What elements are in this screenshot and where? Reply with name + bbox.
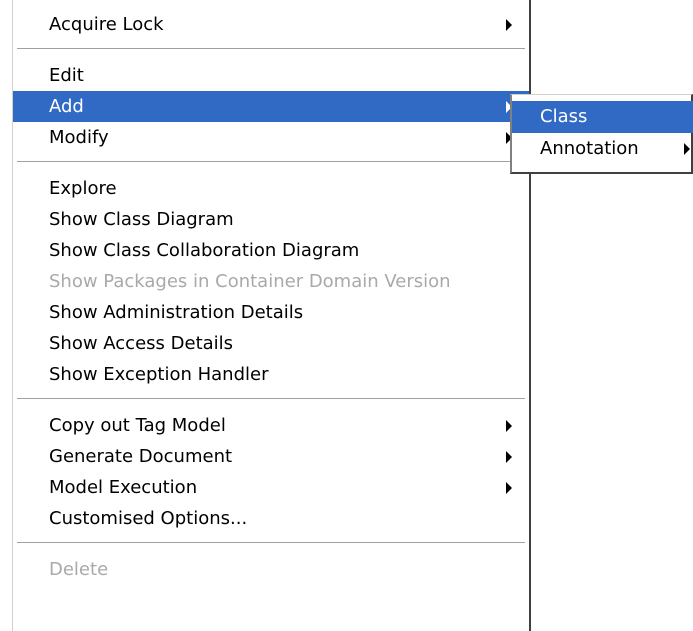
menu-item-explore[interactable]: Explore (13, 173, 529, 204)
menu-item-model-execution[interactable]: Model Execution (13, 472, 529, 503)
menu-item-label: Show Packages in Container Domain Versio… (49, 271, 451, 292)
submenu-arrow-icon (506, 481, 512, 494)
menu-item-label: Generate Document (49, 446, 233, 467)
menu-item-label: Show Exception Handler (49, 364, 269, 385)
submenu-item-annotation[interactable]: Annotation (512, 133, 693, 165)
menu-separator (17, 48, 525, 52)
submenu-arrow-icon (506, 18, 512, 31)
menu-item-generate-document[interactable]: Generate Document (13, 441, 529, 472)
menu-item-show-class-collaboration-diagram[interactable]: Show Class Collaboration Diagram (13, 235, 529, 266)
context-menu: Acquire Lock Edit Add Modify Explore Show Cla… (12, 0, 531, 631)
menu-item-show-access-details[interactable]: Show Access Details (13, 328, 529, 359)
menu-item-delete: Delete (13, 554, 529, 585)
menu-item-modify[interactable]: Modify (13, 122, 529, 153)
menu-item-label: Acquire Lock (49, 14, 164, 35)
menu-item-show-packages-in-container-domain-version: Show Packages in Container Domain Versio… (13, 266, 529, 297)
menu-item-label: Model Execution (49, 477, 198, 498)
menu-item-show-class-diagram[interactable]: Show Class Diagram (13, 204, 529, 235)
menu-item-label: Customised Options... (49, 508, 248, 529)
menu-separator (17, 542, 525, 546)
menu-item-edit[interactable]: Edit (13, 60, 529, 91)
menu-separator (17, 161, 525, 165)
menu-item-label: Show Access Details (49, 333, 234, 354)
menu-item-label: Copy out Tag Model (49, 415, 226, 436)
menu-item-copy-out-tag-model[interactable]: Copy out Tag Model (13, 410, 529, 441)
menu-item-customised-options[interactable]: Customised Options... (13, 503, 529, 534)
add-submenu: Class Annotation (510, 94, 693, 174)
menu-item-label: Explore (49, 178, 117, 199)
menu-item-label: Edit (49, 65, 84, 86)
submenu-item-class[interactable]: Class (512, 101, 693, 133)
menu-item-label: Add (49, 96, 84, 117)
submenu-arrow-icon (506, 450, 512, 463)
menu-item-label: Modify (49, 127, 109, 148)
menu-item-label: Class (540, 106, 588, 127)
menu-item-acquire-lock[interactable]: Acquire Lock (13, 9, 529, 40)
menu-item-label: Annotation (540, 138, 639, 159)
menu-item-show-exception-handler[interactable]: Show Exception Handler (13, 359, 529, 390)
menu-item-label: Show Administration Details (49, 302, 304, 323)
screenshot-stage: Acquire Lock Edit Add Modify Explore Show Cla… (0, 0, 693, 631)
submenu-arrow-icon (684, 143, 690, 155)
menu-item-add[interactable]: Add (13, 91, 529, 122)
menu-item-show-administration-details[interactable]: Show Administration Details (13, 297, 529, 328)
submenu-arrow-icon (506, 419, 512, 432)
menu-item-label: Show Class Collaboration Diagram (49, 240, 360, 261)
menu-item-label: Show Class Diagram (49, 209, 234, 230)
menu-separator (17, 398, 525, 402)
menu-item-label: Delete (49, 559, 109, 580)
